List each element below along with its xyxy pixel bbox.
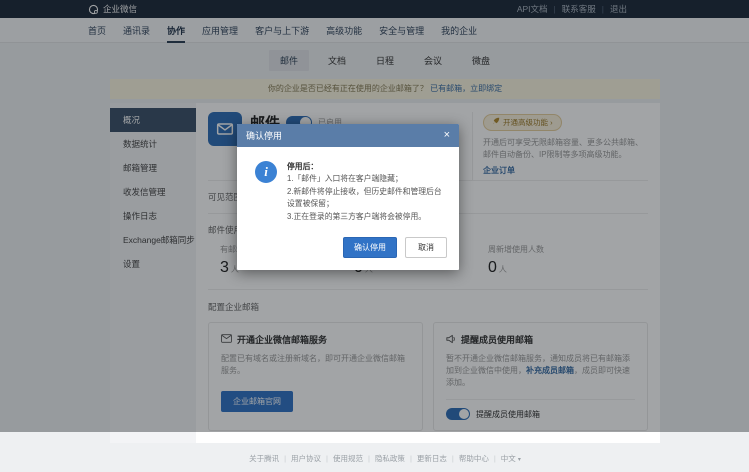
dialog-header: 确认停用 × (237, 124, 459, 147)
close-icon[interactable]: × (444, 131, 450, 140)
dialog-footer: 确认停用 取消 (237, 231, 459, 270)
page-footer: 关于腾讯用户协议使用规范隐私政策更新日志帮助中心中文 ▾ (110, 443, 660, 472)
cancel-button[interactable]: 取消 (405, 237, 447, 258)
dialog-line: 3.正在登录的第三方客户端将会被停用。 (287, 211, 445, 223)
dialog-body: i 停用后： 1.「邮件」入口将在客户端隐藏； 2.新邮件将停止接收，但历史邮件… (237, 147, 459, 231)
info-icon: i (255, 161, 277, 183)
confirm-disable-button[interactable]: 确认停用 (343, 237, 397, 258)
dialog-lead: 停用后： (287, 161, 445, 173)
dialog-line: 1.「邮件」入口将在客户端隐藏； (287, 173, 445, 185)
confirm-disable-dialog: 确认停用 × i 停用后： 1.「邮件」入口将在客户端隐藏； 2.新邮件将停止接… (237, 124, 459, 270)
footer-changelog-link[interactable]: 更新日志 (417, 454, 459, 463)
language-selector[interactable]: 中文 ▾ (501, 454, 521, 463)
footer-about-link[interactable]: 关于腾讯 (249, 454, 291, 463)
language-label: 中文 (501, 454, 516, 463)
footer-agreement-link[interactable]: 用户协议 (291, 454, 333, 463)
dialog-title: 确认停用 (246, 129, 282, 142)
dialog-message: 停用后： 1.「邮件」入口将在客户端隐藏； 2.新邮件将停止接收，但历史邮件和管… (287, 161, 445, 223)
footer-privacy-link[interactable]: 隐私政策 (375, 454, 417, 463)
chevron-down-icon: ▾ (518, 457, 521, 463)
footer-usage-rules-link[interactable]: 使用规范 (333, 454, 375, 463)
dialog-line: 2.新邮件将停止接收，但历史邮件和管理后台设置被保留； (287, 186, 445, 211)
footer-help-link[interactable]: 帮助中心 (459, 454, 501, 463)
